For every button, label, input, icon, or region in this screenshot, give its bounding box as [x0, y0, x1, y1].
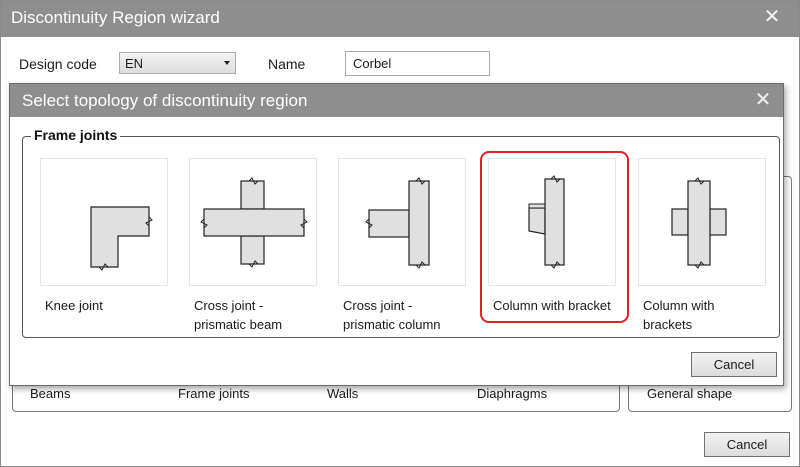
topology-cross-joint-beam[interactable]: Cross joint - prismatic beam: [189, 158, 317, 336]
topology-label: Cross joint - prismatic beam: [194, 298, 283, 332]
column-bracket-icon: [488, 158, 616, 286]
name-field[interactable]: Corbel: [345, 51, 490, 76]
name-label: Name: [268, 56, 306, 72]
discontinuity-region-wizard: Discontinuity Region wizard ✕ Design cod…: [0, 0, 800, 467]
name-field-value: Corbel: [353, 56, 392, 71]
topology-label: Column with bracket: [493, 298, 611, 313]
category-frame-joints[interactable]: Frame joints: [178, 386, 250, 401]
design-code-select[interactable]: EN: [119, 52, 236, 74]
design-code-label: Design code: [19, 56, 97, 72]
chevron-down-icon: [224, 61, 230, 65]
topology-label: Column with brackets: [643, 298, 715, 332]
cross-joint-column-icon: [338, 158, 466, 286]
dialog-close-icon[interactable]: ✕: [752, 89, 774, 111]
topology-column-brackets[interactable]: Column with brackets: [638, 158, 766, 336]
column-brackets-icon: [638, 158, 766, 286]
cross-joint-beam-icon: [189, 158, 317, 286]
wizard-title: Discontinuity Region wizard: [11, 8, 220, 27]
design-code-value: EN: [125, 56, 144, 71]
dialog-titlebar: Select topology of discontinuity region …: [10, 84, 783, 117]
topology-knee-joint[interactable]: Knee joint: [40, 158, 168, 336]
dialog-cancel-button[interactable]: Cancel: [691, 352, 777, 377]
topology-column-bracket[interactable]: Column with bracket: [480, 151, 629, 336]
category-walls[interactable]: Walls: [327, 386, 358, 401]
frame-joints-group: Frame joints Knee joint Cross joint - pr…: [22, 127, 780, 338]
category-general-shape[interactable]: General shape: [647, 386, 732, 401]
category-diaphragms[interactable]: Diaphragms: [477, 386, 547, 401]
topology-dialog: Select topology of discontinuity region …: [9, 83, 784, 386]
group-label: Frame joints: [31, 127, 121, 143]
category-beams[interactable]: Beams: [30, 386, 70, 401]
topology-cross-joint-column[interactable]: Cross joint - prismatic column: [338, 158, 466, 336]
topology-label: Knee joint: [45, 298, 103, 313]
dialog-title: Select topology of discontinuity region: [22, 91, 308, 110]
knee-joint-icon: [40, 158, 168, 286]
topology-label: Cross joint - prismatic column: [343, 298, 441, 332]
wizard-titlebar: Discontinuity Region wizard ✕: [1, 1, 799, 37]
wizard-close-icon[interactable]: ✕: [761, 6, 783, 28]
wizard-cancel-button[interactable]: Cancel: [704, 432, 790, 457]
